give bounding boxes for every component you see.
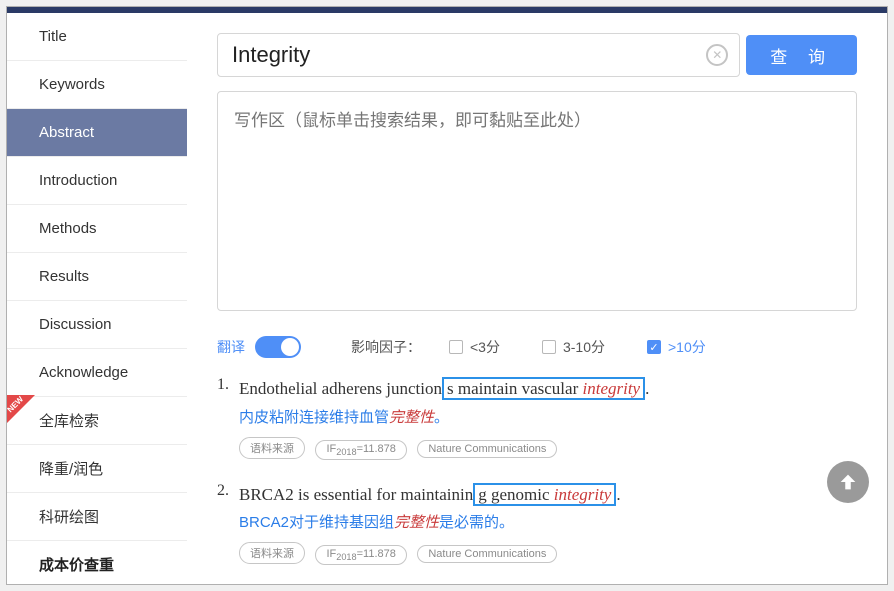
sidebar: Title Keywords Abstract Introduction Met… (7, 13, 187, 584)
result-item[interactable]: 1. Endothelial adherens junctions mainta… (217, 376, 857, 460)
sidebar-item-keywords[interactable]: Keywords (7, 61, 187, 109)
main-area: ✕ 查 询 翻译 影响因子： <3分 3-10分 ✓ >10分 (187, 13, 887, 584)
source-tag[interactable]: 语料来源 (239, 542, 305, 564)
if-option-gt10[interactable]: ✓ >10分 (647, 337, 706, 357)
sidebar-item-abstract[interactable]: Abstract (7, 109, 187, 157)
keyword-highlight: 完整性 (389, 409, 434, 426)
keyword-highlight: integrity (554, 485, 612, 504)
checkbox-icon (449, 340, 463, 354)
checkbox-label: 3-10分 (563, 337, 605, 357)
checkbox-icon (542, 340, 556, 354)
keyword-highlight: 完整性 (394, 514, 439, 531)
result-item[interactable]: 2. BRCA2 is essential for maintaining ge… (217, 482, 857, 566)
sidebar-item-plagiarism[interactable]: 成本价查重 (7, 541, 187, 585)
if-tag[interactable]: IF2018=11.878 (315, 545, 406, 565)
result-number: 2. (217, 482, 239, 566)
highlight-box: g genomic integrity (473, 483, 616, 506)
result-tags: 语料来源 IF2018=11.878 Nature Communications (239, 542, 857, 565)
checkbox-icon: ✓ (647, 340, 661, 354)
result-text: BRCA2 is essential for maintaining genom… (239, 482, 857, 508)
impact-factor-label: 影响因子： (351, 337, 421, 357)
results-list: 1. Endothelial adherens junctions mainta… (217, 376, 857, 565)
sidebar-item-results[interactable]: Results (7, 253, 187, 301)
sidebar-item-rewrite[interactable]: 降重/润色 (7, 445, 187, 493)
sidebar-item-fullsearch[interactable]: NEW 全库检索 (7, 397, 187, 445)
if-option-3to10[interactable]: 3-10分 (542, 337, 605, 357)
sidebar-item-methods[interactable]: Methods (7, 205, 187, 253)
result-translation: 内皮粘附连接维持血管完整性。 (239, 406, 857, 427)
result-number: 1. (217, 376, 239, 460)
translate-toggle[interactable] (255, 336, 301, 358)
sidebar-item-acknowledge[interactable]: Acknowledge (7, 349, 187, 397)
sidebar-item-title[interactable]: Title (7, 13, 187, 61)
search-input[interactable] (217, 33, 740, 77)
if-tag[interactable]: IF2018=11.878 (315, 440, 406, 460)
highlight-box: s maintain vascular integrity (442, 377, 645, 400)
sidebar-item-plot[interactable]: 科研绘图 (7, 493, 187, 541)
result-text: Endothelial adherens junctions maintain … (239, 376, 857, 402)
checkbox-label: <3分 (470, 337, 500, 357)
translate-label: 翻译 (217, 337, 245, 357)
result-translation: BRCA2对于维持基因组完整性是必需的。 (239, 511, 857, 532)
sidebar-item-label: 全库检索 (39, 410, 99, 431)
sidebar-item-introduction[interactable]: Introduction (7, 157, 187, 205)
arrow-up-icon (837, 471, 859, 493)
source-tag[interactable]: 语料来源 (239, 437, 305, 459)
result-tags: 语料来源 IF2018=11.878 Nature Communications (239, 437, 857, 460)
sidebar-item-discussion[interactable]: Discussion (7, 301, 187, 349)
checkbox-label: >10分 (668, 337, 706, 357)
write-area[interactable] (217, 91, 857, 311)
journal-tag[interactable]: Nature Communications (417, 545, 557, 563)
keyword-highlight: integrity (583, 379, 641, 398)
filter-row: 翻译 影响因子： <3分 3-10分 ✓ >10分 (217, 336, 857, 358)
scroll-top-button[interactable] (827, 461, 869, 503)
query-button[interactable]: 查 询 (746, 35, 857, 75)
journal-tag[interactable]: Nature Communications (417, 440, 557, 458)
if-option-lt3[interactable]: <3分 (449, 337, 500, 357)
